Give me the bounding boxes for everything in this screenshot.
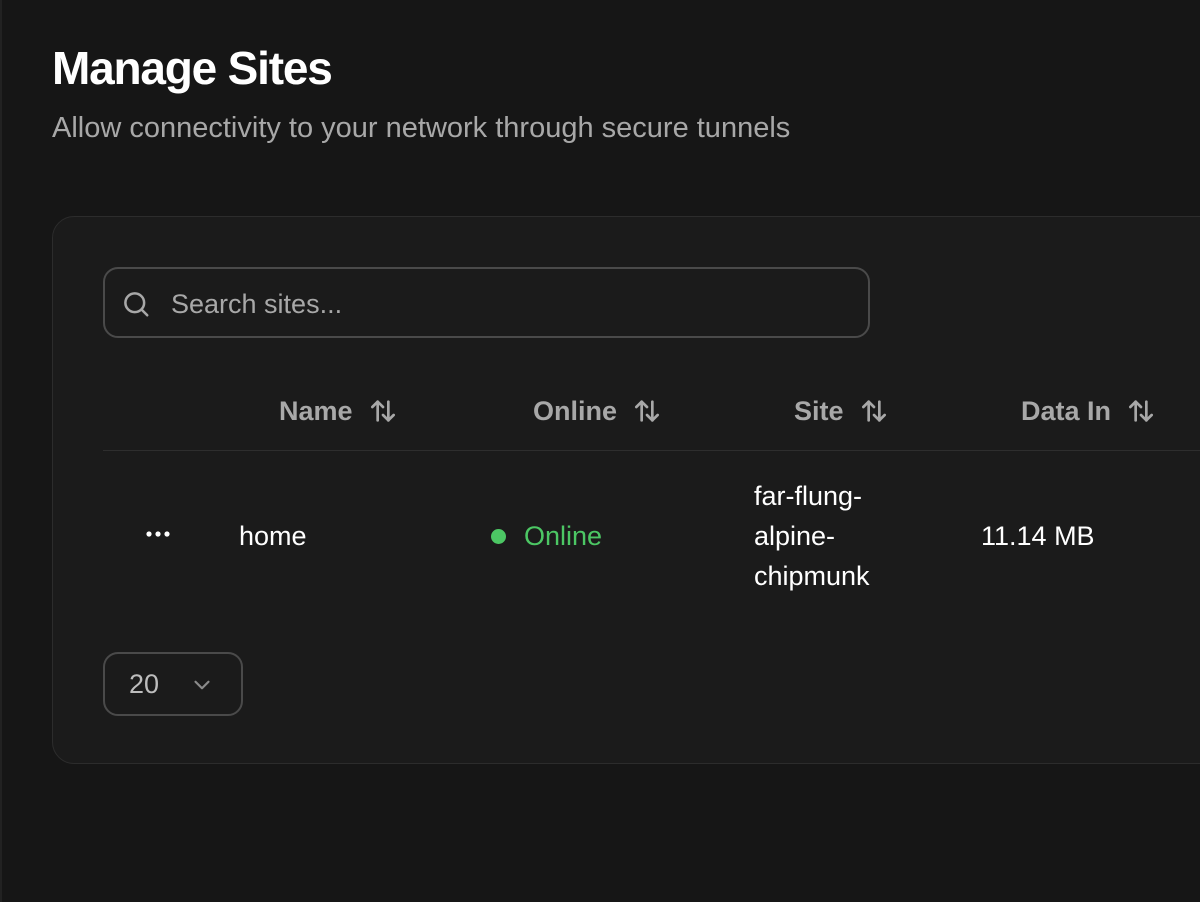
sort-arrows-icon [861,400,886,422]
page-subtitle: Allow connectivity to your network throu… [52,112,791,144]
column-header-label: Online [533,395,618,426]
sites-card: Name Online Site Data In [52,216,1200,764]
row-actions-button[interactable] [143,519,173,549]
column-header-name[interactable]: Name [279,393,399,429]
chevron-down-icon [194,680,210,690]
status-dot [491,528,506,544]
sort-arrows-icon [635,400,660,422]
page-title: Manage Sites [52,42,333,94]
column-header-label: Site [794,395,844,426]
status-text: Online [524,520,603,551]
more-horizontal-icon [146,531,170,537]
sort-arrows-icon [370,400,395,422]
site-identifier: far-flung- alpine- chipmunk [754,476,934,596]
site-identifier-line: chipmunk [754,561,870,591]
page-size-select[interactable]: 20 [103,652,243,716]
column-header-label: Data In [1021,395,1112,426]
manage-sites-page: Manage Sites Allow connectivity to your … [0,0,1200,902]
sort-arrows-icon [1129,400,1154,422]
column-header-online[interactable]: Online [533,393,663,429]
column-header-data-in[interactable]: Data In [1021,393,1157,429]
status-badge: Online [491,516,602,556]
search-box[interactable] [103,267,870,338]
site-identifier-line: far-flung- [754,481,863,511]
search-input[interactable] [169,279,853,329]
column-header-site[interactable]: Site [794,393,890,429]
table-header-divider [103,450,1200,451]
site-identifier-line: alpine- [754,521,836,551]
site-name: home [239,521,307,551]
search-icon [124,292,149,317]
data-in-value: 11.14 MB [981,521,1095,551]
page-size-value: 20 [129,668,160,699]
column-header-label: Name [279,395,353,426]
